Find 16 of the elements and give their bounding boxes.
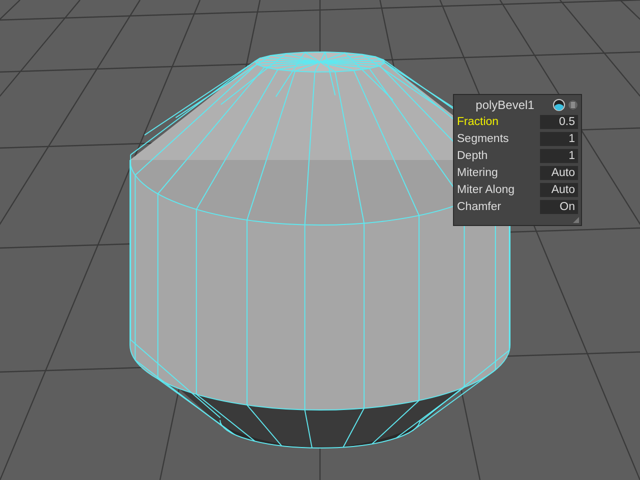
- sphere-icon[interactable]: [553, 99, 565, 111]
- attribute-label[interactable]: Depth: [457, 150, 540, 162]
- attribute-label[interactable]: Mitering: [457, 166, 540, 178]
- attribute-label[interactable]: Miter Along: [457, 184, 540, 196]
- attribute-value-field[interactable]: Auto: [540, 166, 578, 180]
- attribute-value-field[interactable]: 1: [540, 132, 578, 146]
- attribute-value-field[interactable]: Auto: [540, 182, 578, 196]
- attribute-label[interactable]: Segments: [457, 132, 540, 144]
- attribute-label[interactable]: Fraction: [457, 116, 540, 128]
- attribute-value-field[interactable]: 1: [540, 148, 578, 162]
- panel-title: polyBevel1: [474, 98, 536, 112]
- attribute-value-field[interactable]: On: [540, 200, 578, 214]
- menu-icon[interactable]: [568, 99, 578, 111]
- resize-grip-icon[interactable]: [573, 217, 579, 223]
- attribute-value-field[interactable]: 0.5: [540, 114, 578, 128]
- attribute-label[interactable]: Chamfer: [457, 200, 540, 212]
